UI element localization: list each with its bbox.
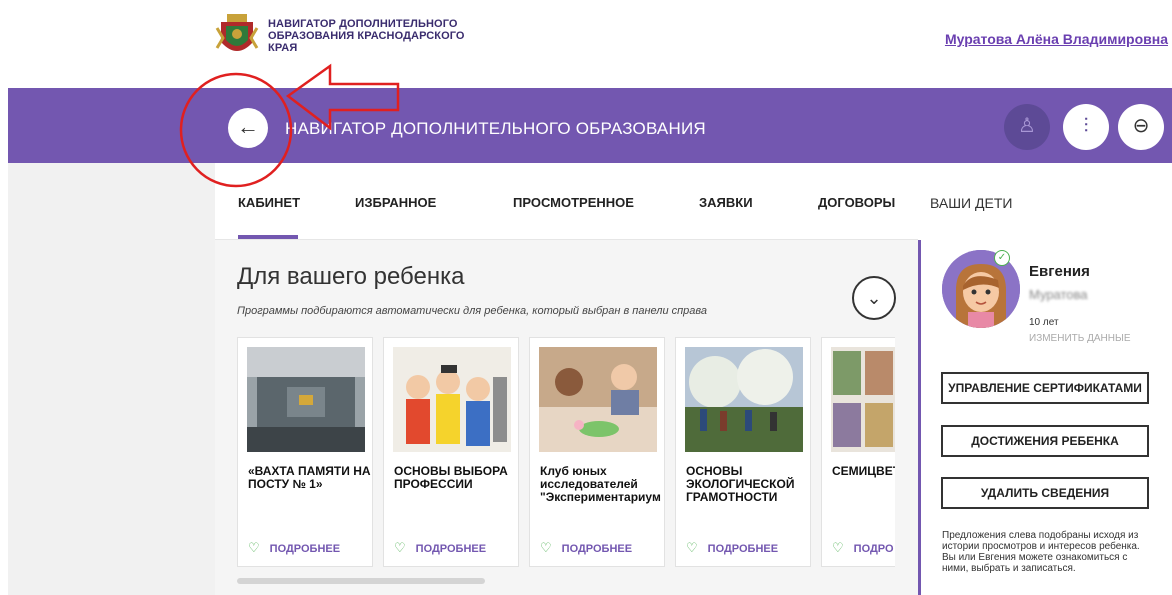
details-link[interactable]: ♡ ПОДРОБНЕЕ [540, 540, 632, 556]
details-label: ПОДРОБНЕЕ [561, 543, 633, 555]
heart-icon[interactable]: ♡ [832, 540, 844, 555]
program-card[interactable]: ОСНОВЫ ЭКОЛОГИЧЕСКОЙ ГРАМОТНОСТИ ♡ ПОДРОБ… [675, 337, 811, 567]
cabinet-tabs: КАБИНЕТ ИЗБРАННОЕ ПРОСМОТРЕННОЕ ЗАЯВКИ Д… [215, 163, 918, 240]
section-title: Для вашего ребенка [237, 263, 465, 290]
collapse-button[interactable]: ⌄ [852, 276, 896, 320]
brand-text[interactable]: НАВИГАТОР ДОПОЛНИТЕЛЬНОГО ОБРАЗОВАНИЯ КР… [268, 18, 468, 54]
children-header: ВАШИ ДЕТИ [918, 163, 1172, 240]
horizontal-scrollbar[interactable] [237, 578, 485, 584]
settings-button[interactable]: ⫶ [1063, 104, 1109, 150]
details-link[interactable]: ♡ ПОДРОБНЕЕ [686, 540, 778, 556]
details-link[interactable]: ♡ ПОДРО [832, 540, 894, 556]
sliders-icon: ⫶ [1083, 115, 1089, 137]
logout-icon: ⊖ [1132, 115, 1150, 137]
tab-cabinet[interactable]: КАБИНЕТ [238, 195, 300, 210]
top-header: НАВИГАТОР ДОПОЛНИТЕЛЬНОГО ОБРАЗОВАНИЯ КР… [0, 0, 1172, 88]
details-label: ПОДРО [853, 543, 894, 555]
edit-child-link[interactable]: ИЗМЕНИТЬ ДАННЫЕ [1029, 333, 1131, 344]
program-title[interactable]: СЕМИЦВЕТІ [832, 465, 895, 478]
arrow-left-icon: ← [237, 114, 259, 139]
crest-logo[interactable] [215, 10, 259, 62]
heart-icon[interactable]: ♡ [540, 540, 552, 555]
details-label: ПОДРОБНЕЕ [707, 543, 779, 555]
details-link[interactable]: ♡ ПОДРОБНЕЕ [394, 540, 486, 556]
tab-contracts[interactable]: ДОГОВОРЫ [818, 195, 895, 210]
child-age: 10 лет [1029, 317, 1059, 328]
active-tab-indicator [238, 235, 298, 239]
program-card[interactable]: «ВАХТА ПАМЯТИ НА ПОСТУ № 1» ♡ ПОДРОБНЕЕ [237, 337, 373, 567]
user-icon: ♙ [1018, 115, 1036, 137]
heart-icon[interactable]: ♡ [686, 540, 698, 555]
details-label: ПОДРОБНЕЕ [269, 543, 341, 555]
program-image[interactable] [539, 347, 657, 452]
page: НАВИГАТОР ДОПОЛНИТЕЛЬНОГО ОБРАЗОВАНИЯ КР… [0, 0, 1172, 595]
child-achievements-button[interactable]: ДОСТИЖЕНИЯ РЕБЕНКА [941, 425, 1149, 457]
program-title[interactable]: «ВАХТА ПАМЯТИ НА ПОСТУ № 1» [248, 465, 372, 491]
program-image[interactable] [685, 347, 803, 452]
program-image[interactable] [831, 347, 895, 452]
profile-button[interactable]: ♙ [1004, 104, 1050, 150]
user-name-link[interactable]: Муратова Алёна Владимировна [945, 31, 1168, 47]
tab-favorites[interactable]: ИЗБРАННОЕ [355, 195, 436, 210]
manage-certificates-button[interactable]: УПРАВЛЕНИЕ СЕРТИФИКАТАМИ [941, 372, 1149, 404]
program-title[interactable]: Клуб юных исследователей "Экспериментари… [540, 465, 664, 504]
chevron-down-icon: ⌄ [866, 288, 882, 308]
delete-data-button[interactable]: УДАЛИТЬ СВЕДЕНИЯ [941, 477, 1149, 509]
program-card[interactable]: СЕМИЦВЕТІ ♡ ПОДРО [821, 337, 895, 567]
tab-applications[interactable]: ЗАЯВКИ [699, 195, 753, 210]
section-subtitle: Программы подбираются автоматически для … [237, 305, 708, 317]
logout-button[interactable]: ⊖ [1118, 104, 1164, 150]
back-button[interactable]: ← [228, 108, 268, 148]
tab-viewed[interactable]: ПРОСМОТРЕННОЕ [513, 195, 634, 210]
panel-note: Предложения слева подобраны исходя из ис… [942, 530, 1140, 574]
left-gutter [8, 163, 215, 595]
band-title: НАВИГАТОР ДОПОЛНИТЕЛЬНОГО ОБРАЗОВАНИЯ [285, 119, 706, 138]
check-icon: ✓ [994, 250, 1010, 266]
details-label: ПОДРОБНЕЕ [415, 543, 487, 555]
details-link[interactable]: ♡ ПОДРОБНЕЕ [248, 540, 340, 556]
child-surname: Муратова [1029, 287, 1088, 302]
program-image[interactable] [247, 347, 365, 452]
program-title[interactable]: ОСНОВЫ ВЫБОРА ПРОФЕССИИ [394, 465, 518, 491]
child-name: Евгения [1029, 263, 1090, 280]
program-image[interactable] [393, 347, 511, 452]
program-card[interactable]: ОСНОВЫ ВЫБОРА ПРОФЕССИИ ♡ ПОДРОБНЕЕ [383, 337, 519, 567]
children-heading: ВАШИ ДЕТИ [930, 195, 1013, 211]
heart-icon[interactable]: ♡ [394, 540, 406, 555]
program-title[interactable]: ОСНОВЫ ЭКОЛОГИЧЕСКОЙ ГРАМОТНОСТИ [686, 465, 810, 504]
heart-icon[interactable]: ♡ [248, 540, 260, 555]
program-card[interactable]: Клуб юных исследователей "Экспериментари… [529, 337, 665, 567]
